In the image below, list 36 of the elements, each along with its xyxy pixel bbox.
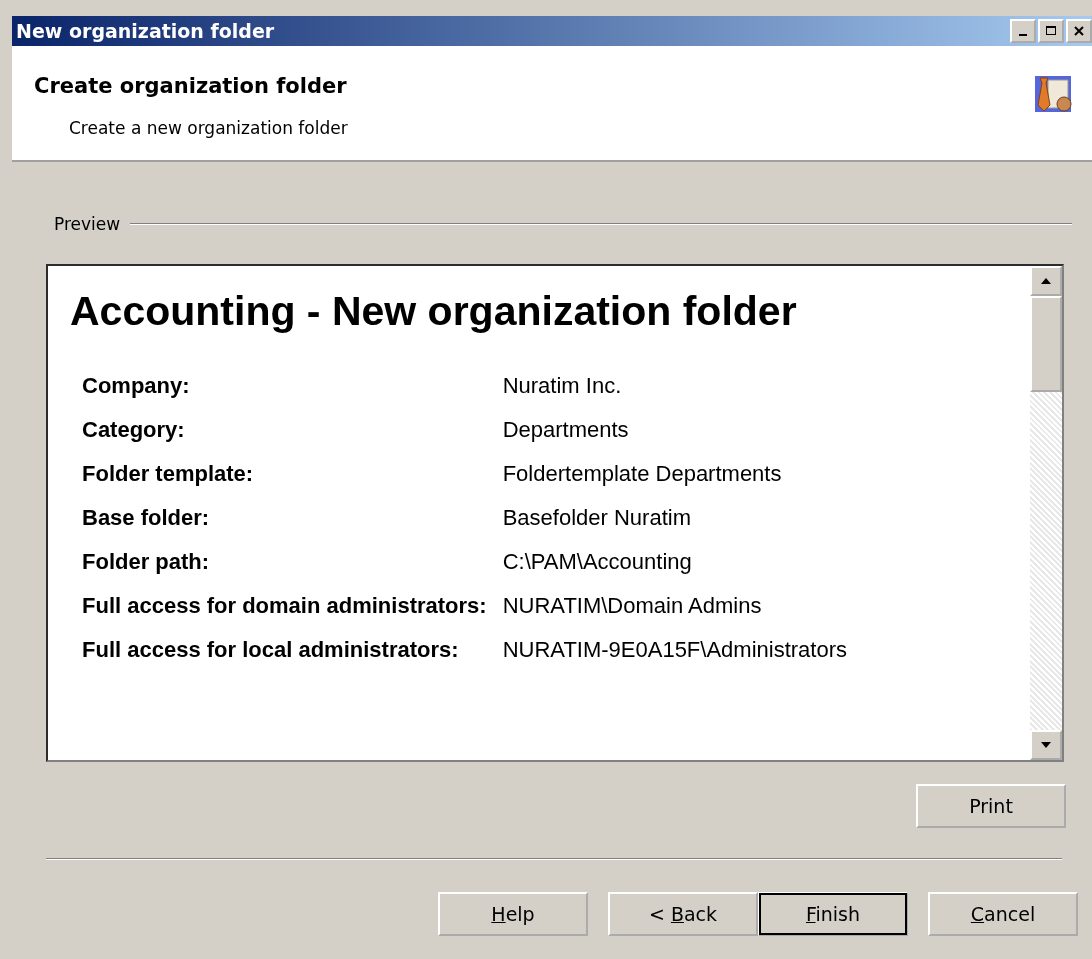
- finish-button[interactable]: Finish: [758, 892, 908, 936]
- field-label: Folder path:: [82, 549, 211, 575]
- minimize-button[interactable]: [1010, 19, 1036, 43]
- scroll-down-button[interactable]: [1030, 730, 1062, 760]
- close-icon: [1073, 25, 1085, 37]
- up-arrow-icon: [1041, 278, 1051, 284]
- field-label: Company:: [82, 373, 191, 399]
- field-value: NURATIM-9E0A15F\Administrators: [502, 637, 848, 663]
- page-subtitle: Create a new organization folder: [69, 118, 348, 138]
- close-button[interactable]: [1066, 19, 1092, 43]
- field-value: Nuratim Inc.: [502, 373, 623, 399]
- field-label: Folder template:: [82, 461, 255, 487]
- field-label: Category:: [82, 417, 186, 443]
- print-button[interactable]: Print: [916, 784, 1066, 828]
- down-arrow-icon: [1041, 742, 1051, 748]
- cancel-button[interactable]: Cancel: [928, 892, 1078, 936]
- field-value: Basefolder Nuratim: [502, 505, 692, 531]
- preview-heading: Accounting - New organization folder: [70, 288, 798, 335]
- minimize-icon: [1019, 34, 1027, 36]
- field-label: Full access for domain administrators:: [82, 593, 487, 619]
- field-value: C:\PAM\Accounting: [502, 549, 693, 575]
- field-label: Base folder:: [82, 505, 211, 531]
- window-title: New organization folder: [16, 20, 275, 42]
- section-label: Preview: [54, 214, 121, 234]
- maximize-icon: [1045, 25, 1057, 37]
- field-value: Departments: [502, 417, 630, 443]
- field-label: Full access for local administrators:: [82, 637, 460, 663]
- scroll-thumb[interactable]: [1030, 296, 1062, 392]
- help-button[interactable]: Help: [438, 892, 588, 936]
- maximize-button[interactable]: [1038, 19, 1064, 43]
- field-value: Foldertemplate Departments: [502, 461, 783, 487]
- scrollbar[interactable]: [1030, 266, 1062, 760]
- scroll-up-button[interactable]: [1030, 266, 1062, 296]
- back-button[interactable]: < Back: [608, 892, 758, 936]
- page-title: Create organization folder: [34, 74, 348, 98]
- field-value: NURATIM\Domain Admins: [502, 593, 763, 619]
